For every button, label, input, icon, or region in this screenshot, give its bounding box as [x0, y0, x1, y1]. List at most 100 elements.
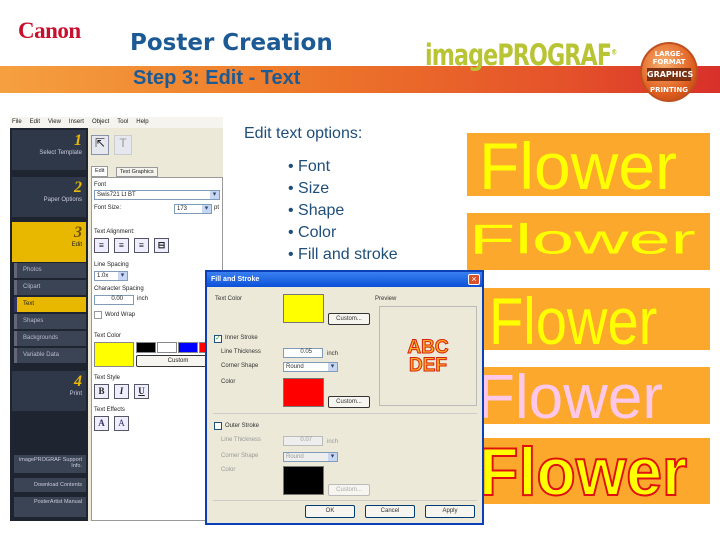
page-subtitle: Step 3: Edit - Text	[133, 67, 301, 89]
text-style-label: Text Style	[94, 375, 121, 381]
color-swatch-white[interactable]	[157, 342, 177, 353]
inner-custom-button[interactable]: Custom...	[328, 396, 370, 408]
option-item: • Fill and stroke	[288, 246, 398, 263]
align-justify-icon[interactable]: ⊟	[154, 238, 169, 253]
download-contents-button[interactable]: Download Contents	[14, 478, 86, 492]
line-spacing-select[interactable]: 1.0x	[94, 271, 128, 281]
bold-button[interactable]: B	[94, 384, 109, 399]
sidebar-item-backgrounds[interactable]: Backgrounds	[14, 331, 86, 346]
font-size-select[interactable]: 173	[174, 204, 212, 214]
app-screenshot: File Edit View Insert Object Tool Help 1…	[10, 117, 223, 521]
outer-stroke-checkbox[interactable]	[214, 422, 222, 430]
option-text: Color	[298, 224, 337, 241]
inner-thickness-input[interactable]: 0.05	[283, 348, 323, 358]
inner-color-swatch	[283, 378, 324, 407]
selected-color-swatch[interactable]	[94, 342, 134, 367]
color-swatch-blue[interactable]	[178, 342, 198, 353]
menu-tool[interactable]: Tool	[117, 119, 128, 126]
step-select-template[interactable]: 1 Select Template	[12, 130, 86, 170]
text-tool-icon[interactable]: T	[114, 135, 132, 155]
step-number: 1	[74, 132, 82, 149]
step-edit[interactable]: 3 Edit	[12, 222, 86, 262]
menu-help[interactable]: Help	[136, 119, 148, 126]
option-text: Font	[298, 158, 331, 175]
outer-color-label: Color	[221, 467, 236, 473]
outer-custom-button[interactable]: Custom...	[328, 484, 370, 496]
outer-corner-select[interactable]: Round	[283, 452, 338, 462]
tab-edit[interactable]: Edit	[91, 166, 109, 177]
step-number: 2	[74, 179, 82, 196]
divider	[213, 500, 477, 501]
step-paper-options[interactable]: 2 Paper Options	[12, 177, 86, 217]
font-size-unit: pt	[214, 205, 220, 211]
edit-panel: ⇱ T Edit Text Graphics Font Swis721 Lt B…	[88, 128, 223, 521]
preview-line: DEF	[409, 355, 448, 376]
manual-button[interactable]: PosterArtist Manual	[14, 497, 86, 517]
outer-thickness-unit: inch	[327, 439, 339, 445]
char-spacing-unit: inch	[137, 296, 149, 302]
inner-corner-select[interactable]: Round	[283, 362, 338, 372]
sidebar-item-photos[interactable]: Photos	[14, 263, 86, 278]
ok-button[interactable]: OK	[305, 505, 355, 518]
font-label: Font	[94, 182, 107, 188]
inner-corner-label: Corner Shape	[221, 363, 259, 369]
text-color-custom-button[interactable]: Custom...	[328, 313, 370, 325]
sidebar: 1 Select Template 2 Paper Options 3 Edit Ph…	[10, 128, 88, 521]
sample-stroke: Flower	[467, 438, 710, 504]
sidebar-item-clipart[interactable]: Clipart	[14, 280, 86, 295]
apply-button[interactable]: Apply	[425, 505, 475, 518]
char-spacing-input[interactable]: 0.00	[94, 295, 134, 305]
align-right-icon[interactable]: ≡	[134, 238, 149, 253]
word-wrap-checkbox[interactable]	[94, 311, 102, 319]
option-item: • Color	[288, 224, 337, 241]
step-label: Select Template	[39, 150, 82, 156]
outer-color-swatch	[283, 466, 324, 495]
fill-stroke-effect-button[interactable]: A	[114, 416, 129, 431]
underline-button[interactable]: U	[134, 384, 149, 399]
preview-box: ABC DEF	[379, 306, 477, 406]
menu-object[interactable]: Object	[92, 119, 109, 126]
color-swatch-black[interactable]	[136, 342, 156, 353]
outer-thickness-input[interactable]: 0.07	[283, 436, 323, 446]
step-label: Print	[69, 391, 82, 397]
inner-color-label: Color	[221, 379, 236, 385]
close-icon[interactable]: ×	[468, 274, 480, 285]
menu-bar: File Edit View Insert Object Tool Help	[10, 117, 223, 128]
imageprograf-logo: imagePROGRAF®	[425, 38, 617, 72]
sample-wide-text: Flower	[469, 215, 696, 263]
step-label: Edit	[71, 242, 82, 248]
step-print[interactable]: 4 Print	[12, 371, 86, 411]
menu-insert[interactable]: Insert	[69, 119, 84, 126]
align-left-icon[interactable]: ≡	[94, 238, 109, 253]
tab-text-graphics[interactable]: Text Graphics	[116, 167, 158, 177]
options-heading: Edit text options:	[244, 125, 363, 142]
sidebar-item-text[interactable]: Text	[14, 297, 86, 312]
sidebar-item-variable-data[interactable]: Variable Data	[14, 348, 86, 363]
italic-button[interactable]: I	[114, 384, 129, 399]
line-spacing-label: Line Spacing	[94, 262, 129, 268]
sample-wide: Flower	[467, 213, 710, 270]
step-number: 3	[74, 224, 82, 241]
support-info-button[interactable]: imagePROGRAF Support Info.	[14, 455, 86, 473]
inner-stroke-checkbox[interactable]: ✓	[214, 335, 222, 343]
word-wrap-label: Word Wrap	[105, 312, 136, 318]
outer-stroke-label: Outer Stroke	[225, 423, 260, 429]
badge-middle: GRAPHICS	[647, 68, 694, 81]
menu-view[interactable]: View	[48, 119, 61, 126]
inner-thickness-label: Line Thickness	[221, 349, 261, 355]
text-effects-label: Text Effects	[94, 407, 125, 413]
step-number: 4	[74, 373, 82, 390]
font-select[interactable]: Swis721 Lt BT	[94, 190, 220, 200]
text-color-label: Text Color	[94, 333, 122, 339]
option-item: • Font	[288, 158, 331, 175]
cancel-button[interactable]: Cancel	[365, 505, 415, 518]
menu-file[interactable]: File	[12, 119, 22, 126]
inner-thickness-unit: inch	[327, 351, 339, 357]
dialog-title: Fill and Stroke	[207, 272, 482, 287]
select-tool-icon[interactable]: ⇱	[91, 135, 109, 155]
menu-edit[interactable]: Edit	[30, 119, 40, 126]
text-shape-effect-button[interactable]: A	[94, 416, 109, 431]
sidebar-item-shapes[interactable]: Shapes	[14, 314, 86, 329]
align-center-icon[interactable]: ≡	[114, 238, 129, 253]
sample-stroke-text: Flower	[478, 438, 688, 504]
